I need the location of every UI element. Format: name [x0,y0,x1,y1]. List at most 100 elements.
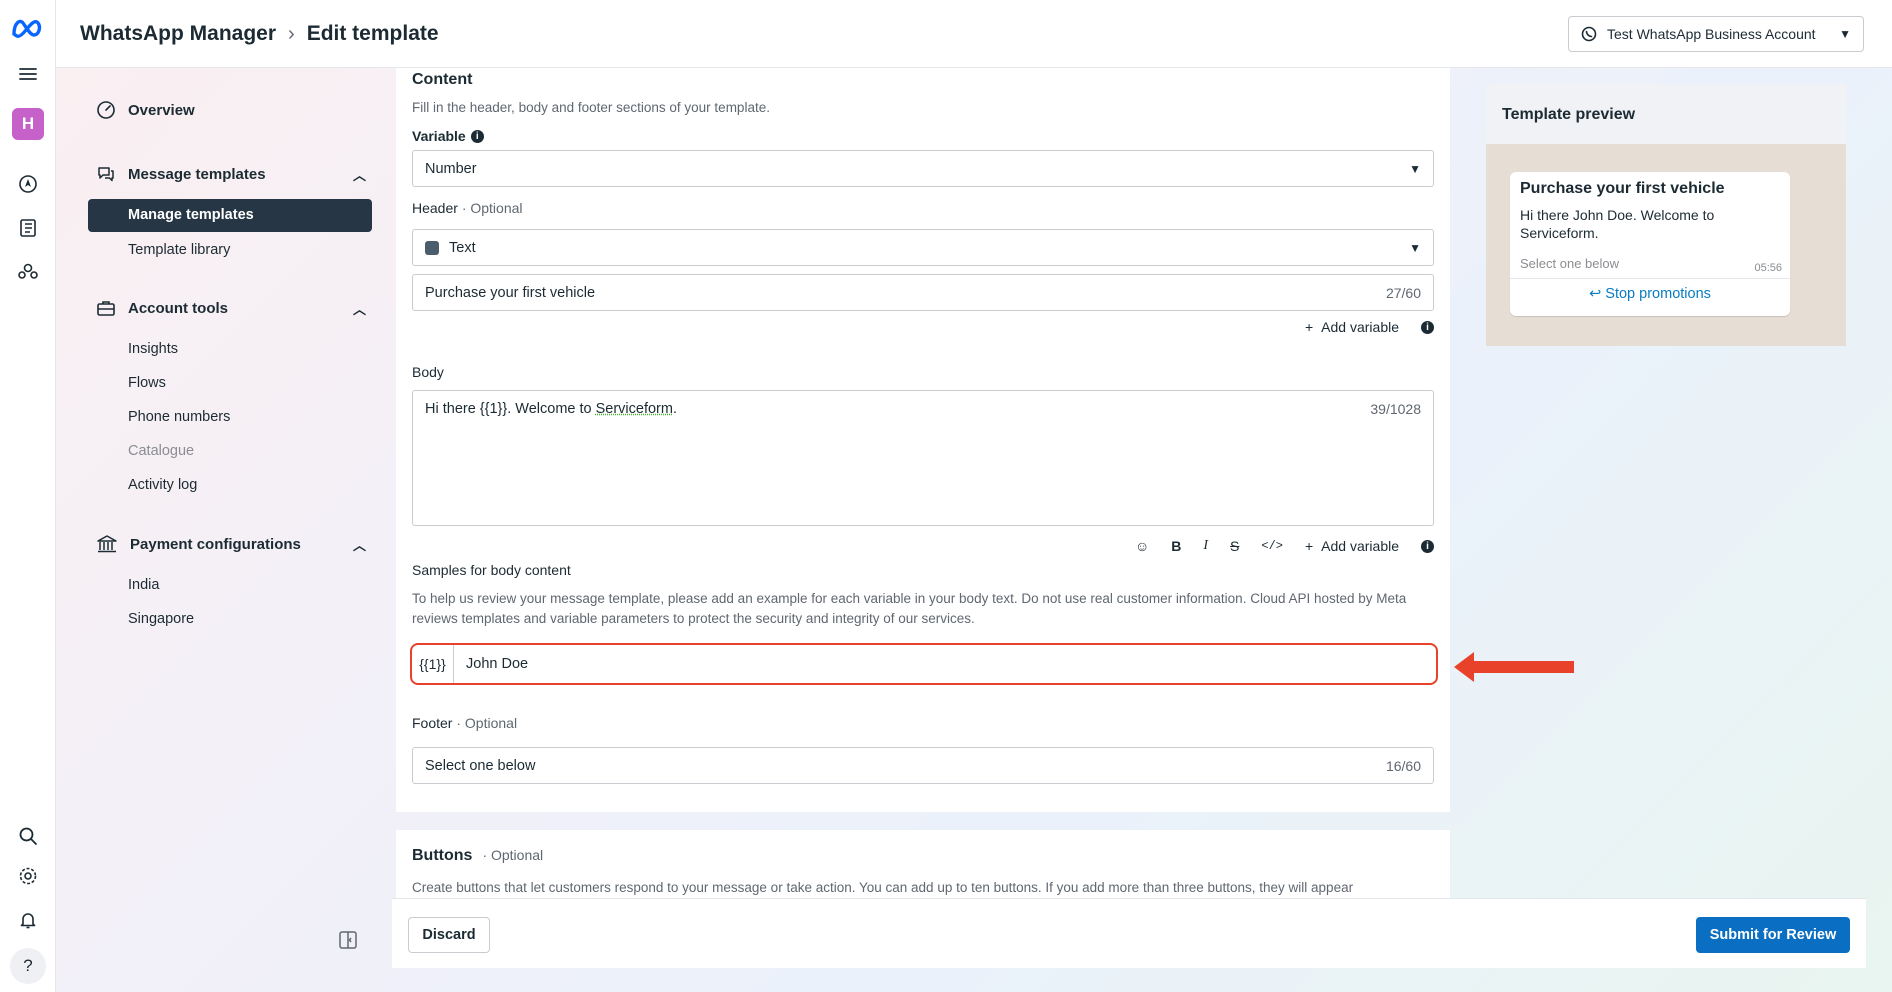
left-rail: H ? [0,0,56,992]
footer-text-input[interactable]: Select one below 16/60 [412,747,1434,784]
sidebar-item-india[interactable]: India [128,577,159,593]
sidebar: Overview Message templates ︿ Manage temp… [56,68,386,992]
red-arrow-annotation [1454,652,1574,682]
account-selector-label: Test WhatsApp Business Account [1607,26,1816,42]
info-icon[interactable]: i [1421,539,1434,553]
chat-bubbles-icon [98,167,114,182]
footer-char-counter: 16/60 [1385,757,1421,774]
sidebar-group-payment-configurations[interactable]: Payment configurations ︿ [96,534,366,554]
body-add-variable-button[interactable]: + Add variable [1305,538,1399,554]
whatsapp-icon [1581,26,1597,42]
sidebar-group-message-templates[interactable]: Message templates ︿ [96,164,366,184]
sidebar-item-manage-templates[interactable]: Manage templates [88,199,372,232]
catalog-icon[interactable] [14,214,42,242]
buttons-section-hint: Create buttons that let customers respon… [412,880,1354,895]
help-icon[interactable]: ? [10,948,46,984]
sidebar-item-activity-log[interactable]: Activity log [128,477,197,493]
sidebar-group-label: Account tools [128,299,228,317]
add-variable-label: Add variable [1321,319,1399,335]
page-title: Edit template [306,22,439,45]
bubble-footer: Select one below [1520,256,1620,271]
bubble-body: Hi there John Doe. Welcome to Servicefor… [1520,207,1715,241]
body-format-toolbar: ☺ B I S </> + Add variable i [1135,538,1434,554]
compass-icon[interactable] [14,170,42,198]
variable-select[interactable]: Number ▼ [412,150,1434,187]
optional-tag: · Optional [461,200,523,216]
bubble-timestamp: 05:56 [1754,262,1782,274]
header-label-text: Header [412,200,458,216]
body-textarea[interactable]: Hi there {{1}}. Welcome to Serviceform. … [412,390,1434,526]
bold-icon[interactable]: B [1171,538,1181,554]
quick-reply-button[interactable]: ↩ Stop promotions [1510,286,1790,302]
variable-select-value: Number [425,160,477,177]
optional-tag: · Optional [456,715,518,731]
variable-label-text: Variable [412,128,466,144]
dashboard-icon [97,101,115,119]
menu-icon[interactable] [14,60,42,88]
code-icon[interactable]: </> [1261,539,1283,553]
body-text-suffix: . [672,401,677,417]
account-selector[interactable]: Test WhatsApp Business Account ▼ [1568,16,1864,52]
body-text-prefix: Hi there {{1}}. Welcome to [425,401,596,417]
body-char-counter: 39/1028 [1370,401,1421,417]
buttons-section-title: Buttons · Optional [412,847,543,865]
chevron-right-icon: › [288,22,295,45]
sample-value-input[interactable]: John Doe [454,656,528,672]
header-type-select[interactable]: Text ▼ [412,229,1434,266]
footer-text-value: Select one below [425,757,536,774]
collapse-sidebar-icon[interactable] [338,930,358,955]
variable-label: Variable i [412,128,484,144]
chevron-up-icon[interactable]: ︿ [353,299,366,318]
action-bar: Discard Submit for Review [392,898,1866,968]
header-add-variable-button[interactable]: + Add variable [1305,319,1399,335]
sidebar-group-account-tools[interactable]: Account tools ︿ [96,298,366,318]
italic-icon[interactable]: I [1203,538,1208,554]
sidebar-group-label: Message templates [128,165,266,183]
info-icon[interactable]: i [470,129,484,143]
sidebar-item-phone-numbers[interactable]: Phone numbers [128,409,230,425]
chevron-up-icon[interactable]: ︿ [353,535,366,554]
preview-title: Template preview [1486,84,1846,144]
strikethrough-icon[interactable]: S [1230,538,1239,554]
sidebar-item-overview[interactable]: Overview [96,100,366,120]
buttons-section-card: Buttons · Optional Create buttons that l… [396,830,1450,900]
submit-for-review-button[interactable]: Submit for Review [1696,917,1850,953]
discard-button[interactable]: Discard [408,917,490,953]
buttons-title-text: Buttons [412,847,473,864]
header-type-value: Text [449,239,476,256]
optional-tag: · Optional [482,847,544,863]
bell-icon[interactable] [14,906,42,934]
avatar[interactable]: H [12,108,44,140]
top-bar: WhatsApp Manager › Edit template Test Wh… [56,0,1892,68]
bubble-divider [1510,278,1790,279]
briefcase-icon [97,301,115,316]
body-text-link-word: Serviceform [595,401,673,417]
template-preview: Template preview Purchase your first veh… [1486,84,1846,346]
sidebar-item-template-library[interactable]: Template library [128,242,230,258]
header-text-input[interactable]: Purchase your first vehicle 27/60 [412,274,1434,311]
sidebar-item-catalogue: Catalogue [128,443,195,459]
people-icon[interactable] [14,258,42,286]
content-title: Content [412,71,473,88]
samples-hint: To help us review your message template,… [412,591,1407,626]
search-icon[interactable] [14,822,42,850]
info-icon[interactable]: i [1421,320,1434,334]
emoji-icon[interactable]: ☺ [1135,538,1149,554]
sidebar-item-singapore[interactable]: Singapore [128,611,194,627]
quick-reply-label: Stop promotions [1605,286,1711,302]
gear-icon[interactable] [14,862,42,890]
header-tools: + Add variable i [1305,319,1434,335]
text-format-icon [425,240,439,255]
body-label: Body [412,364,444,380]
sidebar-item-label: Overview [128,101,195,119]
breadcrumb-app-title[interactable]: WhatsApp Manager [80,22,276,46]
sample-variable-tag: {{1}} [412,645,454,683]
header-char-counter: 27/60 [1385,284,1421,301]
sample-input-highlight: {{1}} John Doe [410,643,1438,685]
chevron-up-icon[interactable]: ︿ [353,165,366,184]
sidebar-item-flows[interactable]: Flows [128,375,166,391]
meta-logo-icon[interactable] [10,14,46,42]
sidebar-item-insights[interactable]: Insights [128,341,178,357]
footer-label: Footer · Optional [412,715,517,731]
bubble-header: Purchase your first vehicle [1520,180,1725,197]
